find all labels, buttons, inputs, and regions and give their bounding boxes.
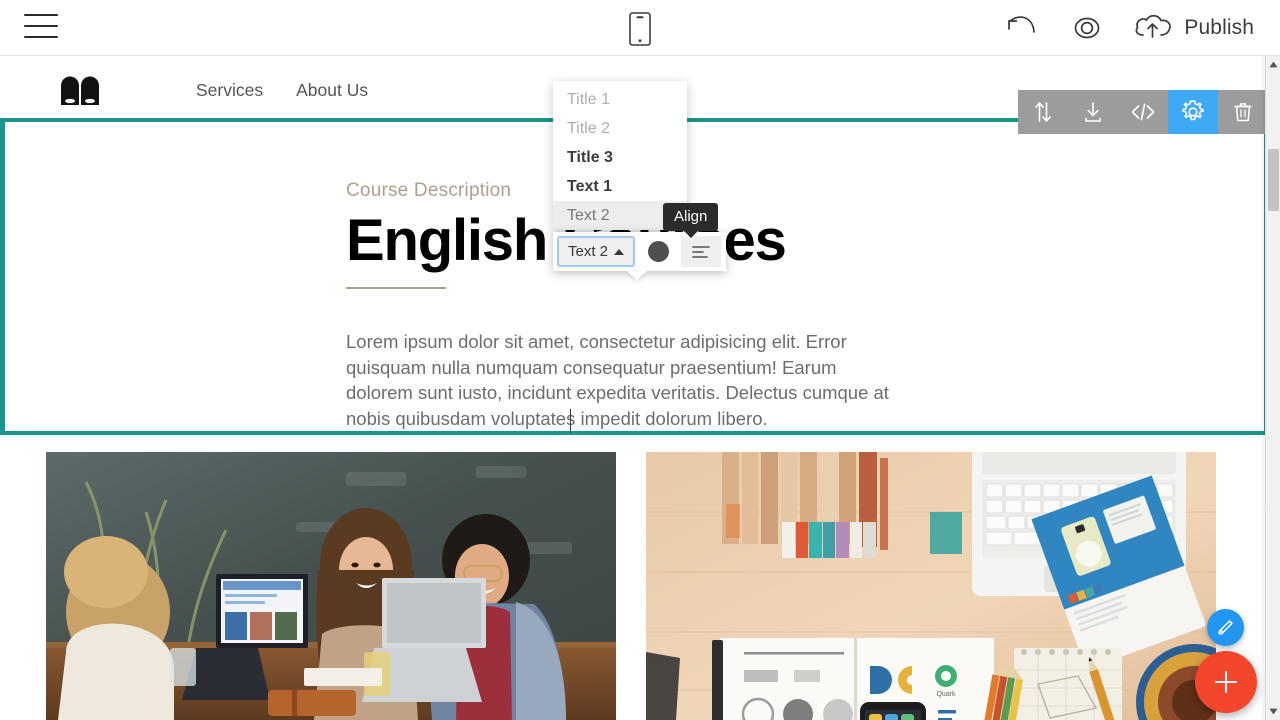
eye-icon[interactable] (1067, 8, 1107, 48)
trash-icon[interactable] (1218, 90, 1268, 134)
hamburger-line (24, 25, 58, 27)
gallery-row: Quark (0, 452, 1268, 720)
hero-paragraph[interactable]: Lorem ipsum dolor sit amet, consectetur … (346, 329, 906, 431)
gear-icon[interactable] (1168, 90, 1218, 134)
chevron-up-icon (614, 248, 625, 255)
caret-down-icon[interactable] (1266, 703, 1280, 720)
download-icon[interactable] (1068, 90, 1118, 134)
page-scrollbar[interactable] (1265, 56, 1280, 720)
photo-desk-flatlay[interactable]: Quark (646, 452, 1216, 720)
text-cursor (570, 409, 571, 433)
text-style-value: Text 2 (568, 243, 609, 260)
block-toolbar (1018, 90, 1268, 134)
inline-text-toolbar: Text 2 (553, 232, 727, 271)
scrollbar-thumb[interactable] (1268, 149, 1279, 211)
photo-students-laptops[interactable] (46, 452, 616, 720)
hero-kicker[interactable]: Course Description (346, 180, 511, 202)
undo-arrow-icon[interactable] (1001, 8, 1041, 48)
text-style-select[interactable]: Text 2 (557, 236, 636, 267)
style-option-title-1[interactable]: Title 1 (553, 85, 687, 114)
hamburger-line (24, 36, 58, 38)
nav-link-about-us[interactable]: About Us (296, 80, 368, 101)
style-option-title-3[interactable]: Title 3 (553, 143, 687, 172)
code-brackets-icon[interactable] (1118, 90, 1168, 134)
hamburger-line (24, 14, 58, 16)
align-left-icon[interactable] (681, 236, 722, 267)
plus-icon[interactable] (1195, 651, 1257, 713)
up-down-arrows-icon[interactable] (1018, 90, 1068, 134)
publish-label: Publish (1184, 16, 1254, 39)
open-book-icon[interactable] (56, 72, 104, 112)
svg-text:Quark: Quark (936, 691, 956, 698)
style-option-text-1[interactable]: Text 1 (553, 172, 687, 201)
editor-topbar: Publish (0, 0, 1280, 56)
inline-text-toolbar-wrapper: Text 2 (553, 232, 727, 271)
editor-actions: Publish (1001, 0, 1254, 56)
style-option-title-2[interactable]: Title 2 (553, 114, 687, 143)
nav-link-services[interactable]: Services (196, 80, 263, 101)
text-color-button[interactable] (639, 236, 677, 267)
align-tooltip: Align (663, 203, 719, 231)
mobile-device-icon[interactable] (620, 9, 660, 49)
cloud-upload-icon (1133, 11, 1175, 46)
color-circle-icon (647, 241, 669, 262)
site-nav-links: Services About Us (196, 56, 368, 124)
publish-button[interactable]: Publish (1133, 11, 1254, 46)
hamburger-icon[interactable] (24, 14, 60, 42)
pen-icon[interactable] (1207, 609, 1244, 646)
caret-up-icon[interactable] (1266, 56, 1280, 73)
heading-divider (346, 287, 446, 289)
